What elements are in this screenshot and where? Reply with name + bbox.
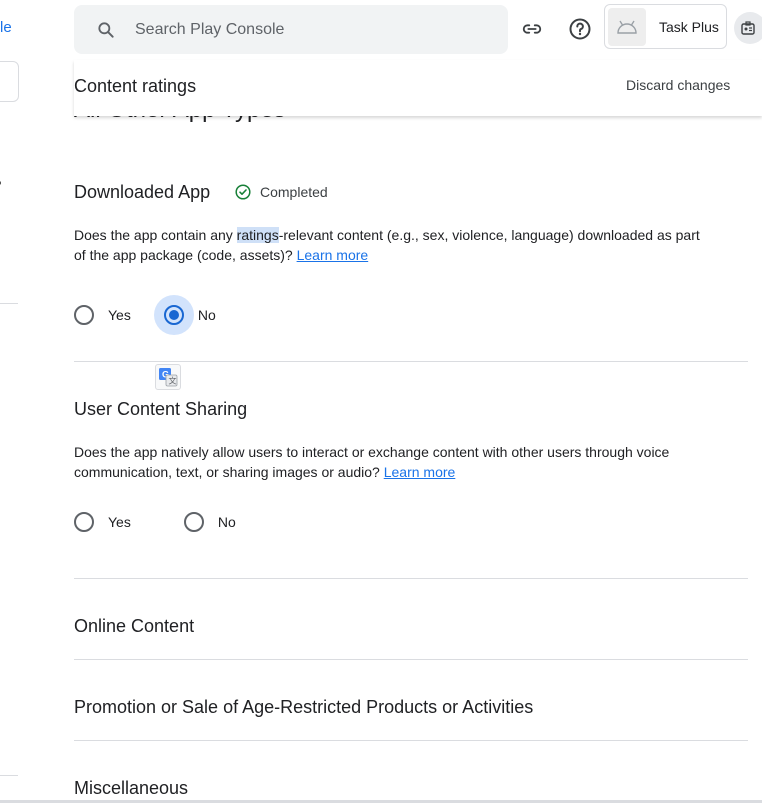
- radio-no-selected[interactable]: [153, 295, 194, 335]
- link-icon: [522, 24, 542, 34]
- translate-glyph: G 文: [159, 368, 178, 387]
- left-navigation: le: [0, 0, 20, 809]
- app-name: Task Plus: [659, 18, 719, 35]
- learn-more-link[interactable]: Learn more: [384, 464, 456, 480]
- question-user-content-sharing: Does the app natively allow users to int…: [74, 442, 714, 482]
- section-title-user-content-sharing: User Content Sharing: [74, 399, 248, 419]
- radio-label-yes[interactable]: Yes: [108, 307, 131, 323]
- page-header: Content ratings Discard changes: [74, 60, 762, 116]
- radio-no[interactable]: [183, 512, 204, 532]
- bottom-scroll-edge: [0, 800, 762, 803]
- nav-bullet: [0, 181, 1, 185]
- section-divider: [74, 578, 748, 579]
- copy-link-button[interactable]: [516, 13, 548, 45]
- question-text: Does the app contain any: [74, 227, 237, 243]
- radio-group-user-content-sharing: Yes No: [74, 512, 236, 532]
- question-text: Does the app natively allow users to int…: [74, 444, 670, 480]
- section-divider: [74, 740, 748, 741]
- search-bar[interactable]: [74, 5, 508, 54]
- radio-circle[interactable]: [183, 512, 204, 532]
- translate-icon[interactable]: G 文: [155, 364, 181, 390]
- radio-label-no[interactable]: No: [218, 514, 236, 530]
- radio-group-downloaded-app: Yes No: [74, 295, 216, 335]
- svg-text:文: 文: [169, 376, 177, 386]
- radio-label-yes[interactable]: Yes: [108, 514, 131, 530]
- section-title-online-content[interactable]: Online Content: [74, 616, 194, 637]
- radio-circle-checked[interactable]: [163, 305, 184, 325]
- question-downloaded-app: Does the app contain any ratings-relevan…: [74, 225, 714, 265]
- radio-label-no[interactable]: No: [198, 307, 216, 323]
- status-badge: Completed: [235, 184, 328, 200]
- section-divider: [74, 361, 748, 362]
- learn-more-link[interactable]: Learn more: [297, 247, 369, 263]
- section-title-downloaded-app: Downloaded App: [74, 182, 211, 202]
- radio-circle[interactable]: [74, 305, 94, 325]
- radio-circle[interactable]: [74, 512, 94, 532]
- app-thumbnail: [608, 7, 646, 46]
- app-selector[interactable]: Task Plus: [604, 4, 727, 49]
- nav-divider: [0, 303, 18, 304]
- status-text: Completed: [260, 184, 328, 200]
- nav-link-partial[interactable]: le: [0, 19, 12, 36]
- page-title: Content ratings: [74, 76, 197, 96]
- search-input[interactable]: [135, 20, 435, 39]
- section-title-age-restricted[interactable]: Promotion or Sale of Age-Restricted Prod…: [74, 697, 533, 718]
- radio-yes[interactable]: [74, 305, 94, 325]
- nav-divider: [0, 775, 18, 776]
- section-title-miscellaneous[interactable]: Miscellaneous: [74, 778, 188, 799]
- highlighted-text: ratings: [236, 227, 279, 243]
- android-icon: [617, 20, 637, 34]
- account-button[interactable]: [734, 12, 762, 44]
- account-icon: [741, 21, 755, 35]
- radio-yes[interactable]: [74, 512, 94, 532]
- discard-changes-button[interactable]: Discard changes: [626, 77, 730, 93]
- nav-selector-box[interactable]: [0, 61, 19, 102]
- check-circle-icon: [235, 184, 251, 200]
- help-icon: [569, 18, 591, 40]
- search-icon: [98, 21, 114, 38]
- help-button[interactable]: [564, 13, 596, 45]
- section-divider: [74, 659, 748, 660]
